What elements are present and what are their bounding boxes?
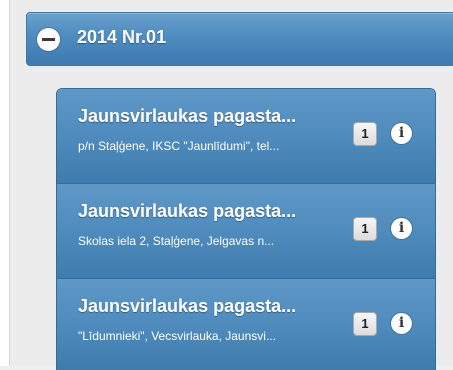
list-item-title: Jaunsvirlaukas pagasta... <box>78 296 297 316</box>
collapsible-header[interactable]: 2014 Nr.01 <box>26 12 453 66</box>
list-item-title: Jaunsvirlaukas pagasta... <box>78 106 297 126</box>
results-list: Jaunsvirlaukas pagasta... p/n Staļģene, … <box>56 88 436 370</box>
list-item[interactable]: Jaunsvirlaukas pagasta... Skolas iela 2,… <box>57 184 435 279</box>
list-item-subtitle: p/n Staļģene, IKSC "Jaunlīdumi", tel... <box>78 139 280 153</box>
count-badge: 1 <box>353 122 377 146</box>
list-item[interactable]: Jaunsvirlaukas pagasta... p/n Staļģene, … <box>57 89 435 184</box>
list-item-subtitle: "Līdumnieki", Vecsvirlauka, Jaunsvi... <box>78 329 276 343</box>
info-icon[interactable]: i <box>391 123 412 144</box>
list-item-title: Jaunsvirlaukas pagasta... <box>78 201 297 221</box>
info-icon[interactable]: i <box>391 218 412 239</box>
list-item-subtitle: Skolas iela 2, Staļģene, Jelgavas n... <box>78 234 275 248</box>
left-gutter <box>0 0 9 366</box>
count-badge: 1 <box>353 312 377 336</box>
info-icon[interactable]: i <box>391 313 412 334</box>
collapsible-panel: 2014 Nr.01 Jaunsvirlaukas pagasta... p/n… <box>9 0 453 370</box>
minus-circle-icon[interactable] <box>37 28 60 51</box>
count-badge: 1 <box>353 217 377 241</box>
header-title: 2014 Nr.01 <box>77 27 167 47</box>
list-item[interactable]: Jaunsvirlaukas pagasta... "Līdumnieki", … <box>57 279 435 370</box>
